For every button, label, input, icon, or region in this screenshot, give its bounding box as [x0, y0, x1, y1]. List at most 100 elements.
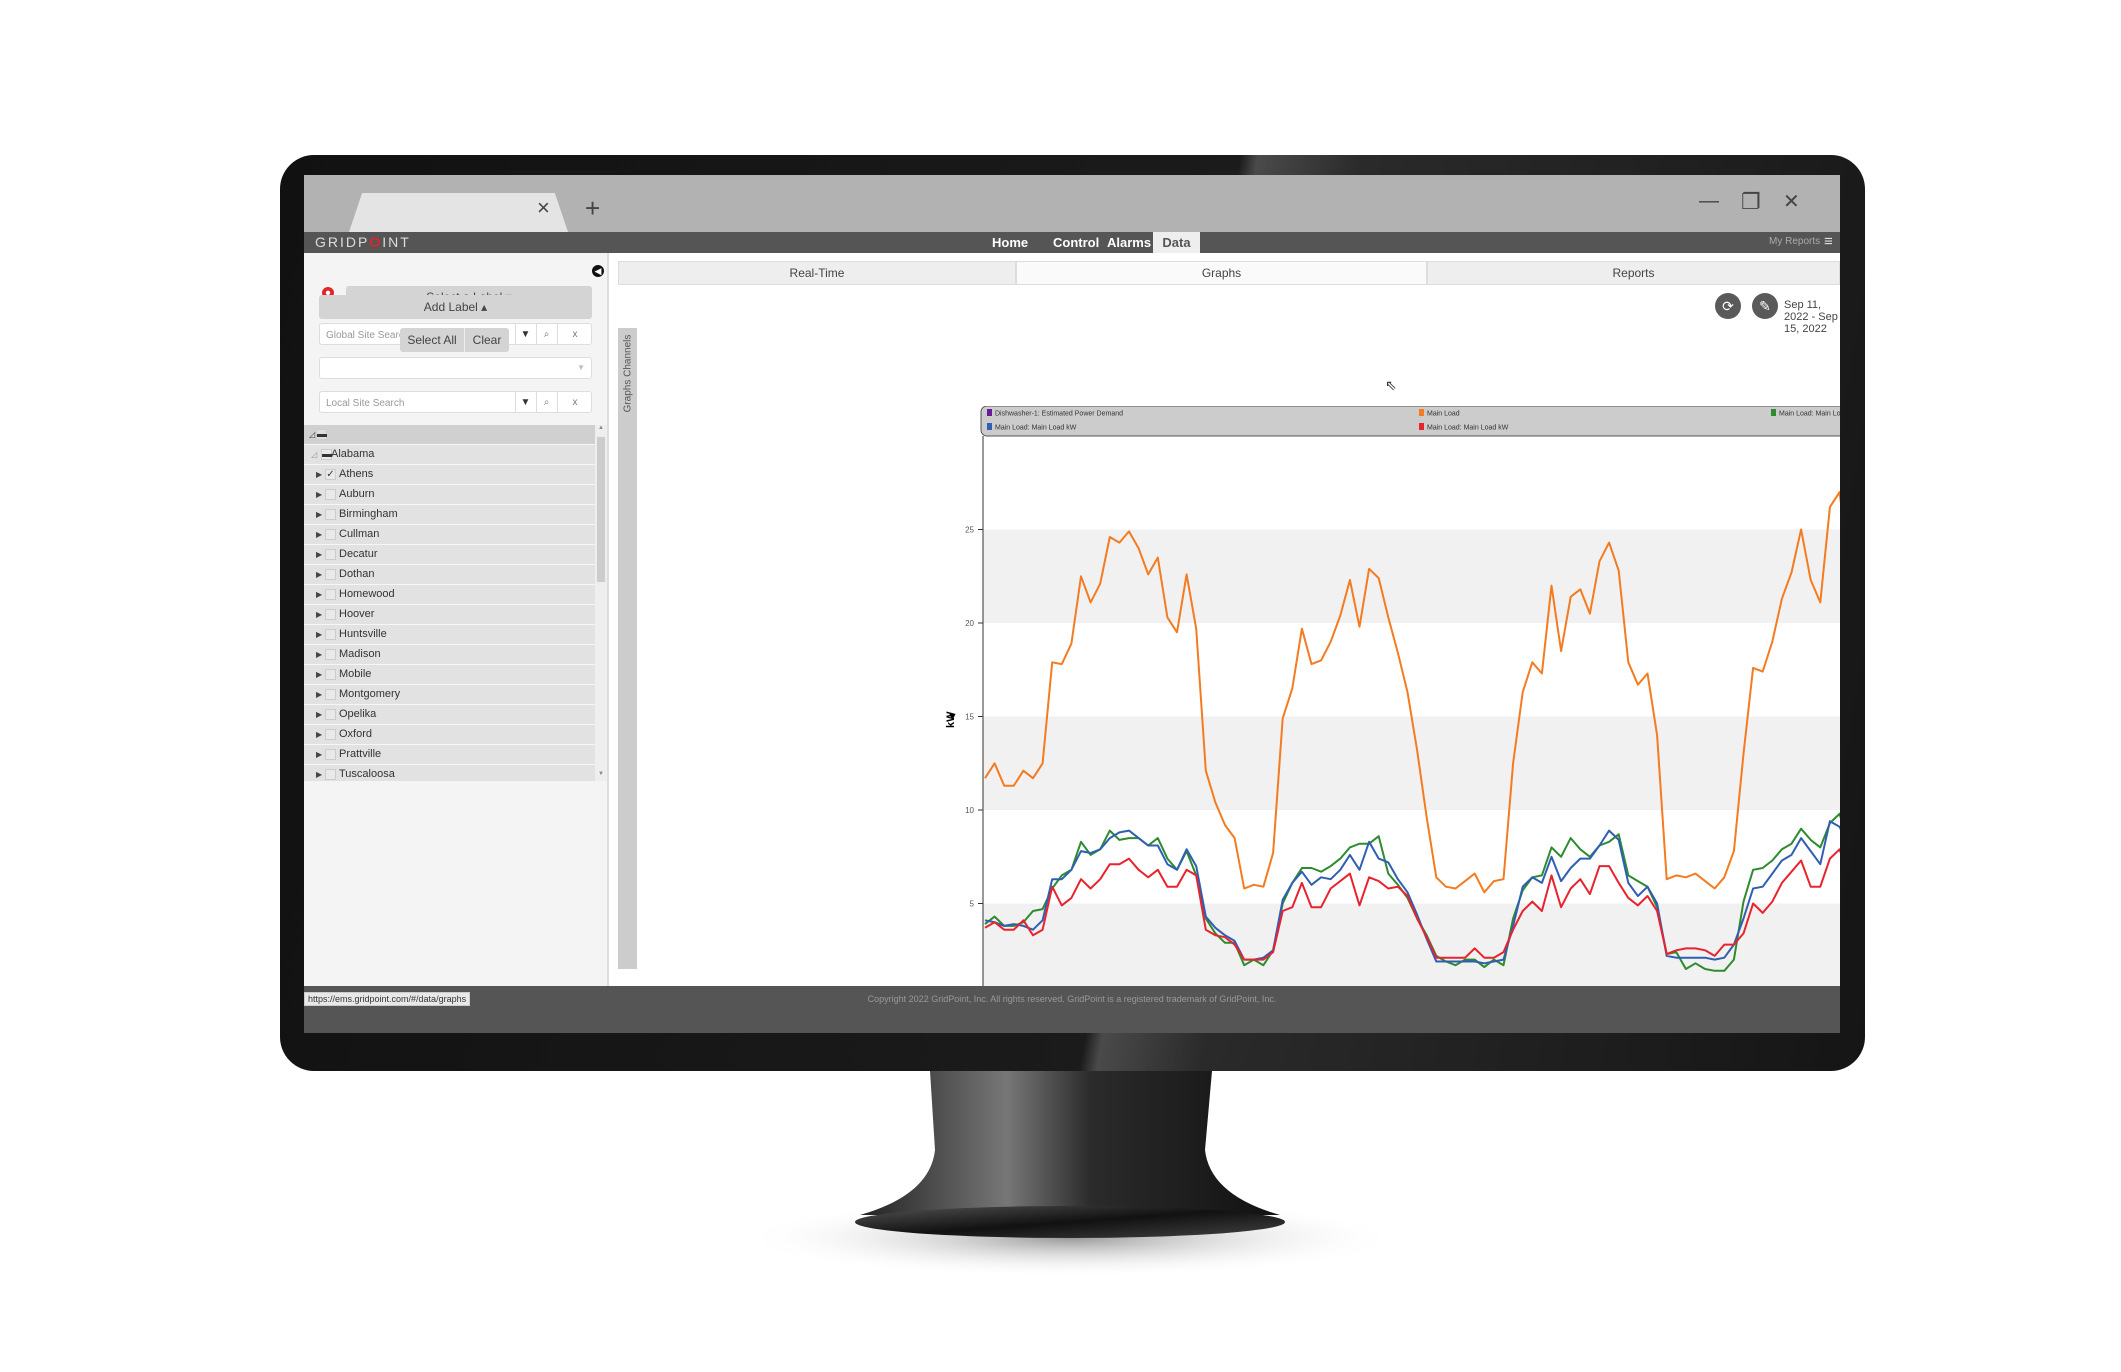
- chevron-down-icon: ▼: [577, 363, 585, 372]
- minimize-icon[interactable]: —: [1699, 191, 1719, 211]
- tree-row-city[interactable]: ▶ Decatur: [304, 545, 595, 565]
- filter-icon[interactable]: ▼: [515, 324, 535, 344]
- gridpoint-logo[interactable]: GRIDPOINT: [315, 234, 411, 250]
- tab-real-time[interactable]: Real-Time: [618, 261, 1016, 285]
- scrollbar-thumb[interactable]: [597, 437, 605, 582]
- edit-icon[interactable]: ✎: [1752, 293, 1778, 319]
- checkbox[interactable]: [325, 489, 336, 500]
- collapse-sidebar-icon[interactable]: ◀: [592, 265, 604, 277]
- expand-icon[interactable]: ◿: [309, 430, 315, 439]
- tree-row-city[interactable]: ▶ Tuscaloosa: [304, 765, 595, 781]
- expand-icon[interactable]: ▶: [316, 590, 322, 599]
- checkbox[interactable]: [325, 709, 336, 720]
- clear-search-icon[interactable]: x: [557, 392, 592, 412]
- my-reports-link[interactable]: My Reports: [1769, 236, 1820, 247]
- filter-icon[interactable]: ▼: [515, 392, 535, 412]
- tree-label: Athens: [339, 468, 374, 480]
- checkbox[interactable]: [325, 529, 336, 540]
- tree-row-city[interactable]: ▶ Dothan: [304, 565, 595, 585]
- legend-label[interactable]: Dishwasher-1: Estimated Power Demand: [995, 411, 1123, 418]
- expand-icon[interactable]: ▶: [316, 650, 322, 659]
- checkbox[interactable]: [325, 729, 336, 740]
- close-window-icon[interactable]: ✕: [1783, 192, 1800, 212]
- expand-icon[interactable]: ▶: [316, 770, 322, 779]
- clear-search-icon[interactable]: x: [557, 324, 592, 344]
- site-tree: ◿ ▬ ◿ ▬ Alabama ▶ ✓ Athens ▶ Auburn ▶ Birmingh…: [304, 425, 609, 781]
- expand-icon[interactable]: ▶: [316, 570, 322, 579]
- checkbox[interactable]: [325, 669, 336, 680]
- checkbox[interactable]: [325, 629, 336, 640]
- tree-row-city[interactable]: ▶ Homewood: [304, 585, 595, 605]
- expand-icon[interactable]: ▶: [316, 750, 322, 759]
- checkbox[interactable]: [325, 649, 336, 660]
- tree-label: Mobile: [339, 668, 372, 680]
- checkbox[interactable]: [325, 689, 336, 700]
- checkbox[interactable]: [325, 589, 336, 600]
- expand-icon[interactable]: ▶: [316, 510, 322, 519]
- tree-row-city[interactable]: ▶ Prattville: [304, 745, 595, 765]
- axis-filter-icon[interactable]: ▼: [947, 711, 958, 723]
- expand-icon[interactable]: ▶: [316, 630, 322, 639]
- tree-row-city[interactable]: ▶ Huntsville: [304, 625, 595, 645]
- expand-icon[interactable]: ▶: [316, 550, 322, 559]
- scroll-down-icon[interactable]: ▼: [598, 771, 604, 777]
- expand-icon[interactable]: ▶: [316, 690, 322, 699]
- checkbox[interactable]: ✓: [325, 469, 336, 480]
- restore-icon[interactable]: ❐: [1741, 191, 1761, 213]
- tree-scrollbar[interactable]: ▲ ▼: [595, 425, 607, 781]
- expand-icon[interactable]: ▶: [316, 730, 322, 739]
- nav-control[interactable]: Control: [1053, 235, 1099, 250]
- legend-label[interactable]: Main Load: [1427, 411, 1460, 418]
- tree-row-city[interactable]: ▶ Birmingham: [304, 505, 595, 525]
- expand-icon[interactable]: ▶: [316, 670, 322, 679]
- legend-label[interactable]: Main Load: Main Load kW: [1427, 425, 1509, 432]
- checkbox[interactable]: [325, 749, 336, 760]
- tree-row-city[interactable]: ▶ Cullman: [304, 525, 595, 545]
- checkbox[interactable]: [325, 569, 336, 580]
- checkbox[interactable]: [325, 769, 336, 780]
- tree-root-row[interactable]: ◿ ▬: [304, 425, 595, 445]
- y-tick-label: 5: [970, 900, 975, 909]
- tree-row-alabama[interactable]: ◿ ▬ Alabama: [304, 445, 595, 465]
- checkbox[interactable]: [325, 509, 336, 520]
- tree-row-city[interactable]: ▶ Mobile: [304, 665, 595, 685]
- nav-home[interactable]: Home: [992, 235, 1028, 250]
- tree-row-city[interactable]: ▶ Madison: [304, 645, 595, 665]
- legend-label[interactable]: Main Load: Main Load kW: [1779, 411, 1840, 418]
- collapse-icon[interactable]: ◿: [311, 450, 317, 459]
- local-site-search[interactable]: Local Site Search ▼ ⌕ x: [319, 391, 592, 413]
- clear-button[interactable]: Clear: [465, 328, 509, 352]
- tree-label: Oxford: [339, 728, 373, 740]
- new-tab-icon[interactable]: +: [585, 195, 600, 221]
- search-icon[interactable]: ⌕: [536, 392, 556, 412]
- nav-data[interactable]: Data: [1153, 232, 1200, 253]
- tree-row-city[interactable]: ▶ Montgomery: [304, 685, 595, 705]
- search-icon[interactable]: ⌕: [536, 324, 556, 344]
- graph-channels-panel[interactable]: Graphs Channels: [618, 328, 637, 969]
- nav-alarms[interactable]: Alarms: [1107, 235, 1151, 250]
- date-range[interactable]: Sep 11, 2022 - Sep 15, 2022: [1784, 299, 1840, 335]
- scroll-up-icon[interactable]: ▲: [598, 425, 604, 431]
- expand-icon[interactable]: ▶: [316, 710, 322, 719]
- expand-icon[interactable]: ▶: [316, 530, 322, 539]
- tree-row-city[interactable]: ▶ Auburn: [304, 485, 595, 505]
- tree-row-city[interactable]: ▶ Opelika: [304, 705, 595, 725]
- tab-reports[interactable]: Reports: [1427, 261, 1840, 285]
- expand-icon[interactable]: ▶: [316, 490, 322, 499]
- checkbox[interactable]: [325, 549, 336, 560]
- tab-graphs[interactable]: Graphs: [1016, 261, 1427, 285]
- site-dropdown[interactable]: ▼: [319, 357, 592, 379]
- refresh-icon[interactable]: ⟳: [1715, 293, 1741, 319]
- expand-icon[interactable]: ▶: [316, 610, 322, 619]
- tree-row-city[interactable]: ▶ ✓ Athens: [304, 465, 595, 485]
- tree-row-city[interactable]: ▶ Oxford: [304, 725, 595, 745]
- add-label-button[interactable]: Add Label ▴: [319, 295, 592, 319]
- legend-label[interactable]: Main Load: Main Load kW: [995, 425, 1077, 432]
- select-all-button[interactable]: Select All: [400, 328, 465, 352]
- expand-icon[interactable]: ▶: [316, 470, 322, 479]
- close-tab-icon[interactable]: ×: [537, 197, 550, 219]
- checkbox[interactable]: [325, 609, 336, 620]
- browser-tab[interactable]: [349, 193, 568, 232]
- hamburger-icon[interactable]: ≡: [1824, 233, 1833, 250]
- tree-row-city[interactable]: ▶ Hoover: [304, 605, 595, 625]
